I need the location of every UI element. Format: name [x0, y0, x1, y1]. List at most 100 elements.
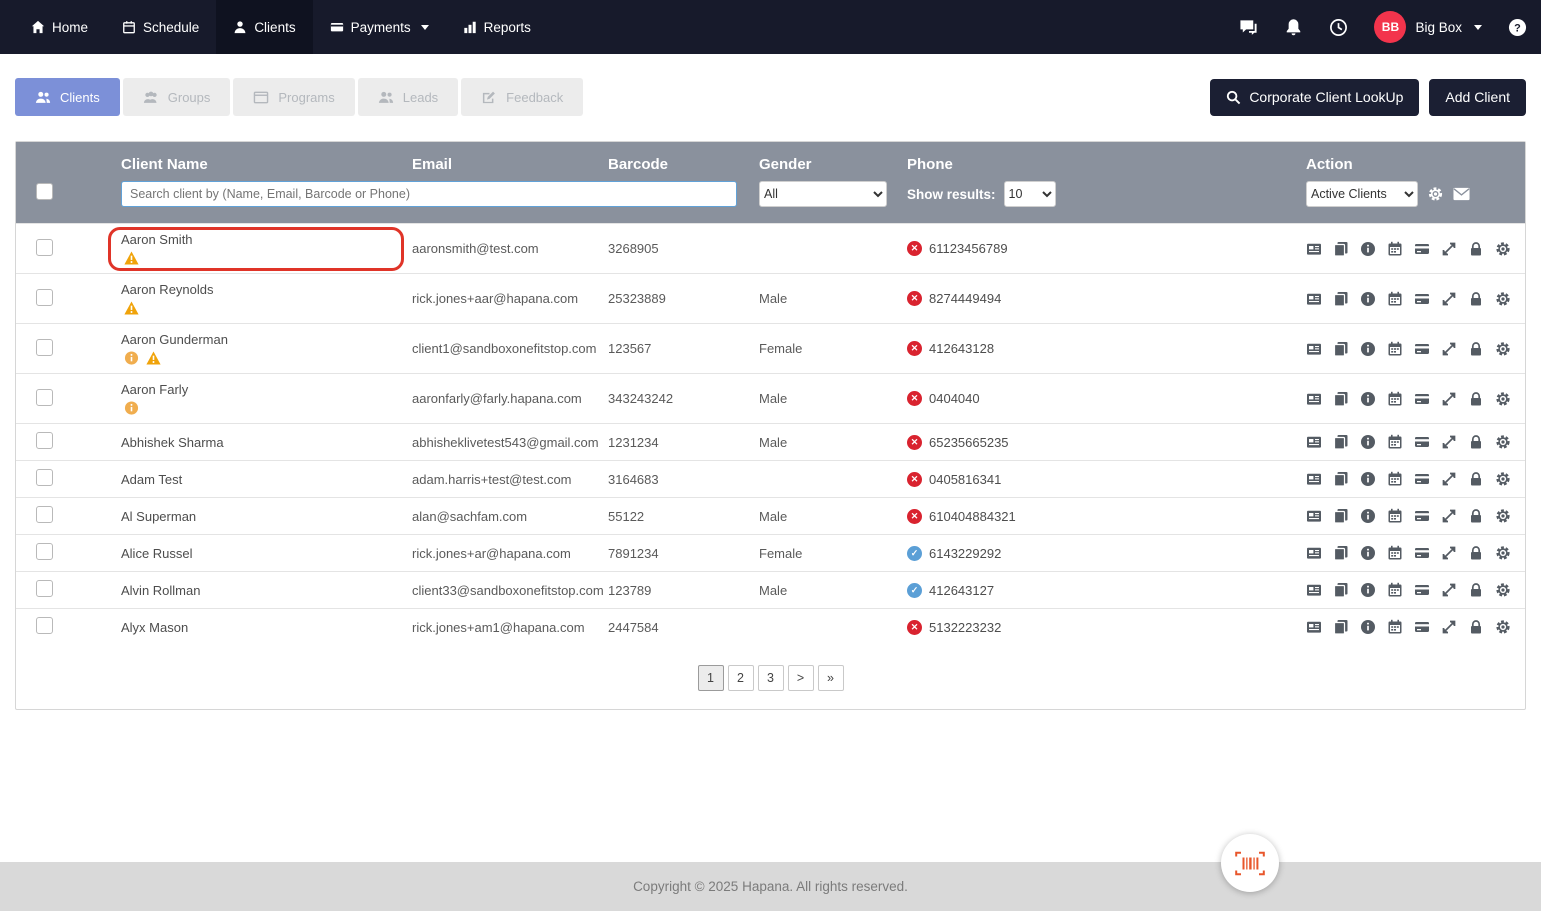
info-icon[interactable] — [1360, 391, 1376, 407]
calendar-icon[interactable] — [1387, 582, 1403, 598]
settings-icon[interactable] — [1495, 619, 1511, 635]
documents-icon[interactable] — [1333, 434, 1349, 450]
payment-icon[interactable] — [1414, 291, 1430, 307]
documents-icon[interactable] — [1333, 291, 1349, 307]
resize-icon[interactable] — [1441, 241, 1457, 257]
documents-icon[interactable] — [1333, 391, 1349, 407]
resize-icon[interactable] — [1441, 391, 1457, 407]
warning-icon[interactable] — [146, 351, 161, 365]
lock-icon[interactable] — [1468, 341, 1484, 357]
client-name[interactable]: Aaron Reynolds — [121, 282, 412, 297]
resize-icon[interactable] — [1441, 291, 1457, 307]
membership-card-icon[interactable] — [1306, 471, 1322, 487]
info-icon[interactable] — [1360, 508, 1376, 524]
client-name[interactable]: Aaron Smith — [121, 232, 412, 247]
client-name[interactable]: Adam Test — [121, 472, 412, 487]
info-icon[interactable] — [1360, 241, 1376, 257]
payment-icon[interactable] — [1414, 471, 1430, 487]
calendar-icon[interactable] — [1387, 471, 1403, 487]
row-checkbox[interactable] — [36, 432, 53, 449]
calendar-icon[interactable] — [1387, 341, 1403, 357]
nav-item-schedule[interactable]: Schedule — [105, 0, 216, 54]
membership-card-icon[interactable] — [1306, 291, 1322, 307]
info-icon[interactable] — [1360, 582, 1376, 598]
settings-icon[interactable] — [1495, 391, 1511, 407]
client-status-filter-select[interactable]: Active Clients — [1306, 181, 1418, 207]
client-name[interactable]: Al Superman — [121, 509, 412, 524]
membership-card-icon[interactable] — [1306, 341, 1322, 357]
info-icon[interactable] — [1360, 434, 1376, 450]
chat-icon[interactable] — [1239, 18, 1258, 37]
membership-card-icon[interactable] — [1306, 241, 1322, 257]
lock-icon[interactable] — [1468, 291, 1484, 307]
membership-card-icon[interactable] — [1306, 619, 1322, 635]
resize-icon[interactable] — [1441, 545, 1457, 561]
client-name[interactable]: Alyx Mason — [121, 620, 412, 635]
lock-icon[interactable] — [1468, 619, 1484, 635]
info-icon[interactable] — [1360, 291, 1376, 307]
client-name[interactable]: Alice Russel — [121, 546, 412, 561]
row-checkbox[interactable] — [36, 543, 53, 560]
gear-icon[interactable] — [1427, 186, 1444, 202]
calendar-icon[interactable] — [1387, 508, 1403, 524]
info-icon[interactable] — [1360, 545, 1376, 561]
account-menu[interactable]: BB Big Box — [1374, 11, 1482, 43]
add-client-button[interactable]: Add Client — [1429, 79, 1526, 116]
envelope-icon[interactable] — [1453, 186, 1470, 202]
help-icon[interactable]: ? — [1508, 18, 1527, 37]
row-checkbox[interactable] — [36, 580, 53, 597]
lock-icon[interactable] — [1468, 545, 1484, 561]
client-name[interactable]: Aaron Gunderman — [121, 332, 412, 347]
avatar[interactable]: BB — [1374, 11, 1406, 43]
documents-icon[interactable] — [1333, 508, 1349, 524]
pagination-page[interactable]: 3 — [758, 665, 784, 691]
tab-groups[interactable]: Groups — [123, 78, 231, 116]
tab-clients[interactable]: Clients — [15, 78, 120, 116]
resize-icon[interactable] — [1441, 471, 1457, 487]
row-checkbox[interactable] — [36, 389, 53, 406]
client-search-input[interactable] — [121, 181, 737, 207]
show-results-select[interactable]: 10 — [1004, 181, 1056, 207]
corporate-client-lookup-button[interactable]: Corporate Client LookUp — [1210, 79, 1419, 116]
pagination-page[interactable]: » — [818, 665, 844, 691]
payment-icon[interactable] — [1414, 241, 1430, 257]
payment-icon[interactable] — [1414, 619, 1430, 635]
settings-icon[interactable] — [1495, 291, 1511, 307]
documents-icon[interactable] — [1333, 545, 1349, 561]
payment-icon[interactable] — [1414, 582, 1430, 598]
bell-icon[interactable] — [1284, 18, 1303, 37]
lock-icon[interactable] — [1468, 241, 1484, 257]
nav-item-reports[interactable]: Reports — [446, 0, 548, 54]
warning-icon[interactable] — [124, 251, 139, 265]
barcode-scanner-button[interactable] — [1221, 834, 1279, 892]
row-checkbox[interactable] — [36, 506, 53, 523]
calendar-icon[interactable] — [1387, 391, 1403, 407]
payment-icon[interactable] — [1414, 391, 1430, 407]
settings-icon[interactable] — [1495, 241, 1511, 257]
nav-item-home[interactable]: Home — [14, 0, 105, 54]
settings-icon[interactable] — [1495, 508, 1511, 524]
settings-icon[interactable] — [1495, 582, 1511, 598]
payment-icon[interactable] — [1414, 545, 1430, 561]
pagination-page[interactable]: 2 — [728, 665, 754, 691]
membership-card-icon[interactable] — [1306, 391, 1322, 407]
documents-icon[interactable] — [1333, 471, 1349, 487]
membership-card-icon[interactable] — [1306, 508, 1322, 524]
payment-icon[interactable] — [1414, 434, 1430, 450]
membership-card-icon[interactable] — [1306, 545, 1322, 561]
lock-icon[interactable] — [1468, 508, 1484, 524]
row-checkbox[interactable] — [36, 339, 53, 356]
lock-icon[interactable] — [1468, 391, 1484, 407]
documents-icon[interactable] — [1333, 582, 1349, 598]
tab-programs[interactable]: Programs — [233, 78, 354, 116]
payment-icon[interactable] — [1414, 508, 1430, 524]
row-checkbox[interactable] — [36, 289, 53, 306]
tab-leads[interactable]: Leads — [358, 78, 458, 116]
calendar-icon[interactable] — [1387, 434, 1403, 450]
client-name[interactable]: Aaron Farly — [121, 382, 412, 397]
warning-icon[interactable] — [124, 301, 139, 315]
membership-card-icon[interactable] — [1306, 434, 1322, 450]
calendar-icon[interactable] — [1387, 619, 1403, 635]
info-icon[interactable] — [1360, 471, 1376, 487]
resize-icon[interactable] — [1441, 341, 1457, 357]
